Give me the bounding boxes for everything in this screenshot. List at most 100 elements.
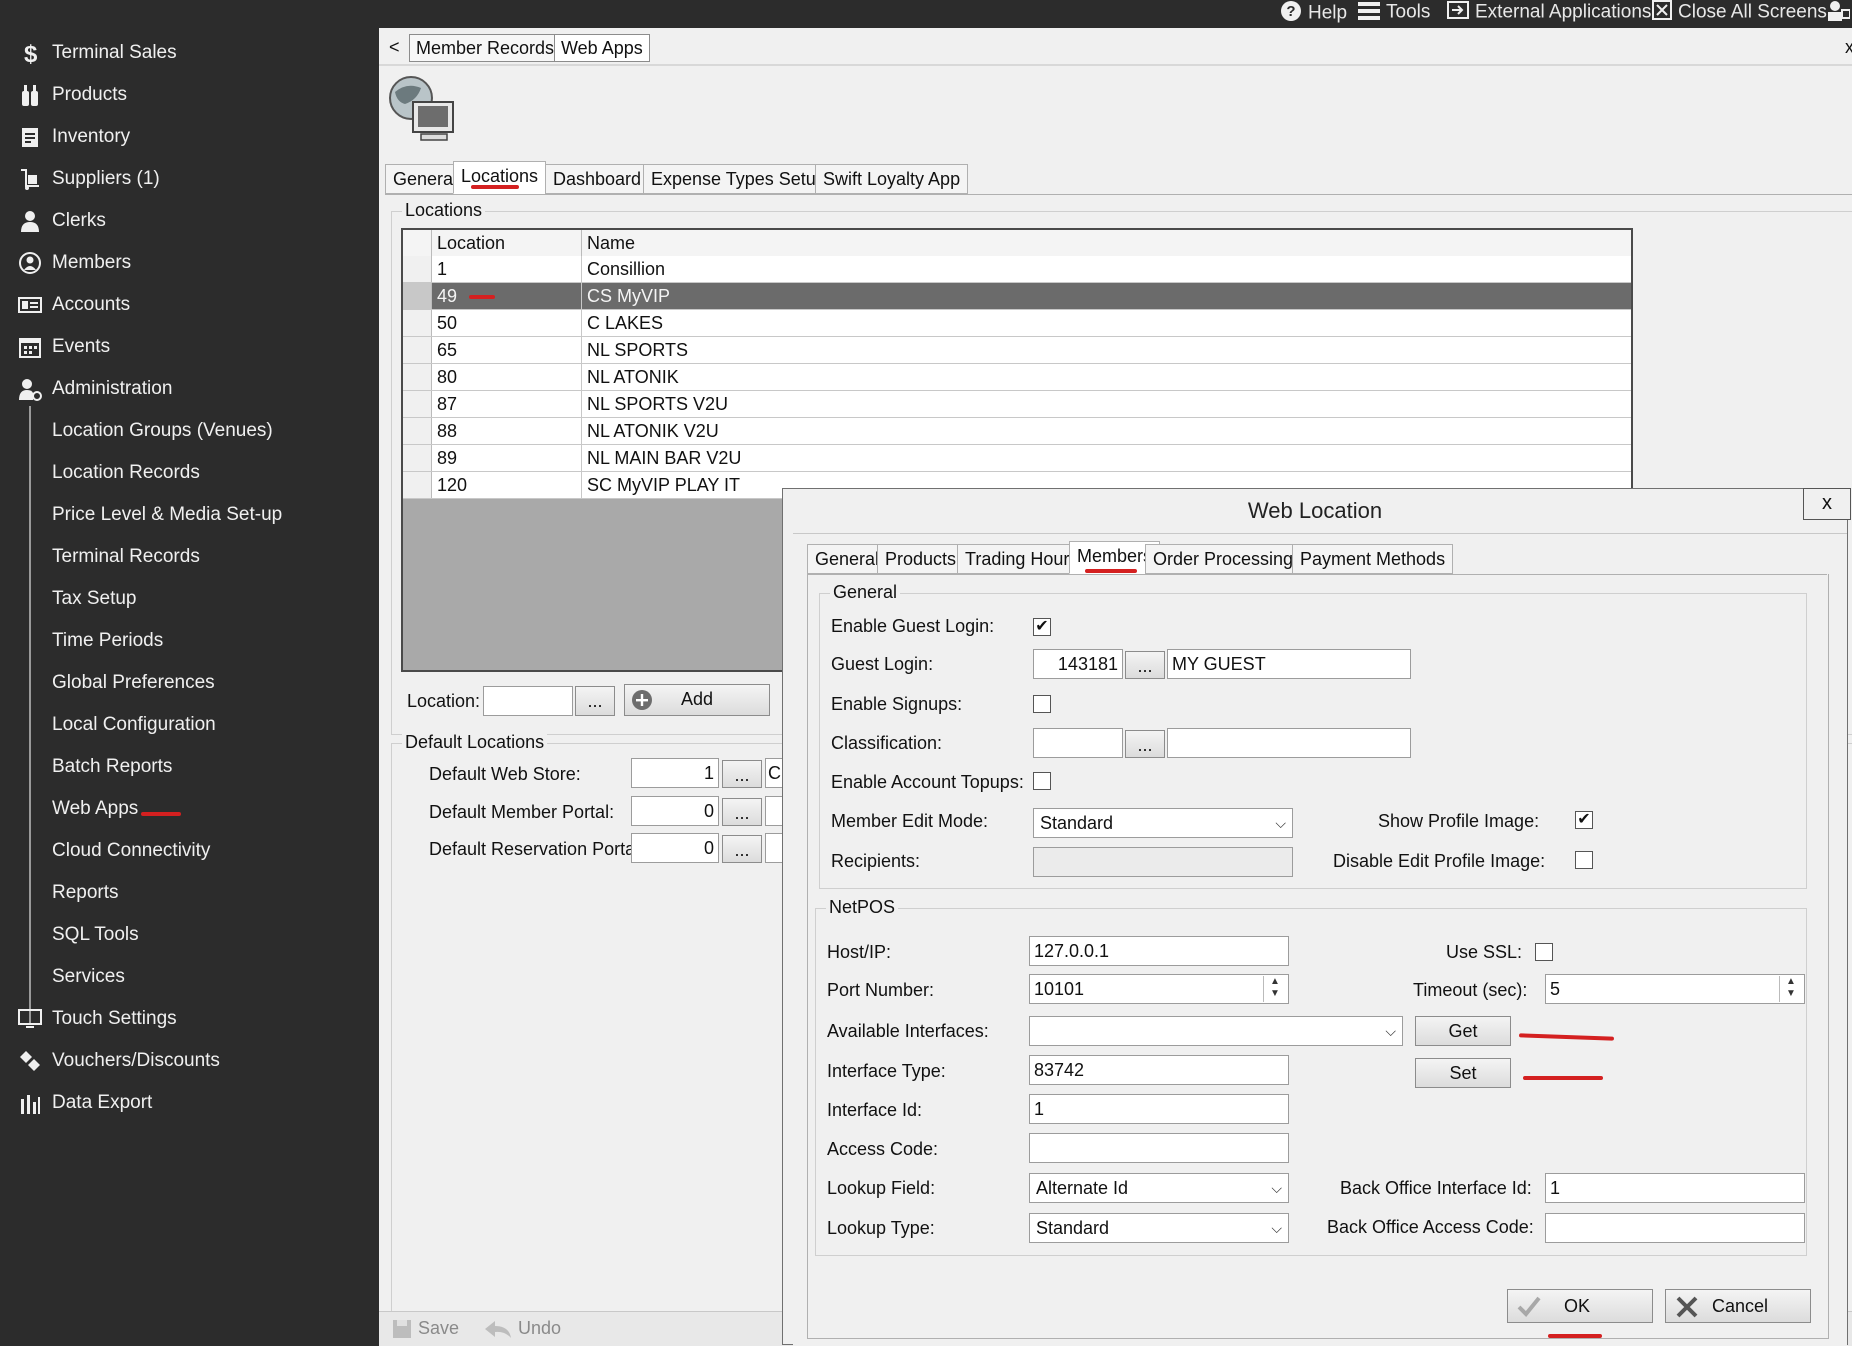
sidebar-item-location-records[interactable]: Location Records [0,454,378,494]
spinner-arrows-icon[interactable]: ▲ ▼ [1779,976,1802,1002]
sidebar-item-administration[interactable]: Administration [0,370,378,410]
tab-expense-types-setup[interactable]: Expense Types Setup [643,164,834,194]
sidebar-item-members[interactable]: Members [0,244,378,284]
back-office-interface-id-input[interactable]: 1 [1545,1173,1805,1203]
enable-signups-checkbox[interactable] [1033,695,1051,713]
lookup-field-select[interactable]: Alternate Id ⌵ [1029,1173,1289,1203]
undo-button[interactable]: Undo [483,1318,561,1340]
add-location-button[interactable]: Add [624,684,770,716]
default-member-portal-browse-button[interactable]: ... [722,798,762,826]
sidebar-item-local-configuration[interactable]: Local Configuration [0,706,378,746]
tab-member-records[interactable]: Member Records [409,34,562,62]
close-all-screens-button[interactable]: Close All Screens [1652,0,1827,26]
dialog-tab-trading-hours[interactable]: Trading Hours [957,544,1087,574]
sidebar-item-cloud-connectivity[interactable]: Cloud Connectivity [0,832,378,872]
sidebar-item-time-periods[interactable]: Time Periods [0,622,378,662]
sidebar-item-accounts[interactable]: Accounts [0,286,378,326]
sidebar-item-global-preferences[interactable]: Global Preferences [0,664,378,704]
enable-account-topups-checkbox[interactable] [1033,772,1051,790]
guest-login-browse-button[interactable]: ... [1125,651,1165,679]
table-row[interactable]: 1 Consillion [403,256,1631,283]
dialog-tab-products[interactable]: Products [877,544,965,574]
help-button[interactable]: ? Help [1280,0,1347,26]
host-ip-input[interactable]: 127.0.0.1 [1029,936,1289,966]
dialog-tab-order-processing[interactable]: Order Processing [1145,544,1302,574]
available-interfaces-select[interactable]: ⌵ [1029,1016,1403,1046]
tab-locations[interactable]: Locations [453,161,547,194]
table-row[interactable]: 88 NL ATONIK V2U [403,418,1631,445]
table-row[interactable]: 87 NL SPORTS V2U [403,391,1631,418]
monitor-icon [18,1007,42,1031]
location-browse-button[interactable]: ... [575,686,615,716]
sidebar-item-touch-settings[interactable]: Touch Settings [0,1000,378,1040]
interface-type-input[interactable]: 83742 [1029,1055,1289,1085]
cancel-button[interactable]: Cancel [1665,1289,1811,1323]
dialog-tab-general[interactable]: General [807,544,888,574]
tab-back-button[interactable]: < [383,34,406,62]
sidebar-item-clerks[interactable]: Clerks [0,202,378,242]
sidebar-item-data-export[interactable]: Data Export [0,1084,378,1124]
sidebar-item-suppliers[interactable]: Suppliers (1) [0,160,378,200]
chevron-down-icon: ⌵ [1385,1023,1396,1039]
member-edit-mode-select[interactable]: Standard ⌵ [1033,808,1293,838]
set-button[interactable]: Set [1415,1058,1511,1088]
port-number-stepper[interactable]: 10101 ▲ ▼ [1029,974,1289,1004]
sidebar-item-inventory[interactable]: Inventory [0,118,378,158]
interface-type-label: Interface Type: [827,1061,946,1081]
lookup-type-select[interactable]: Standard ⌵ [1029,1213,1289,1243]
general-group-title: General [830,582,901,603]
sidebar-item-events[interactable]: Events [0,328,378,368]
sidebar-item-services[interactable]: Services [0,958,378,998]
close-tab-button[interactable]: x [1839,34,1852,62]
guest-login-name-input[interactable]: MY GUEST [1167,649,1411,679]
location-input[interactable] [483,686,573,716]
get-button[interactable]: Get [1415,1016,1511,1046]
table-row[interactable]: 65 NL SPORTS [403,337,1631,364]
table-row[interactable]: 80 NL ATONIK [403,364,1631,391]
default-reservation-portal-input[interactable]: 0 [631,833,719,863]
spinner-arrows-icon[interactable]: ▲ ▼ [1263,976,1286,1002]
ok-button[interactable]: OK [1507,1289,1653,1323]
sidebar-item-reports[interactable]: Reports [0,874,378,914]
sidebar-item-price-level[interactable]: Price Level & Media Set-up [0,496,378,536]
default-reservation-portal-browse-button[interactable]: ... [722,835,762,863]
external-applications-button[interactable]: External Applications [1447,0,1651,26]
default-web-store-input[interactable]: 1 [631,758,719,788]
table-row[interactable]: 50 C LAKES [403,310,1631,337]
sidebar-item-terminal-sales[interactable]: $ Terminal Sales [0,34,378,74]
interface-id-input[interactable]: 1 [1029,1094,1289,1124]
classification-browse-button[interactable]: ... [1125,730,1165,758]
default-web-store-browse-button[interactable]: ... [722,760,762,788]
classification-name-input[interactable] [1167,728,1411,758]
column-header-location[interactable]: Location [437,233,505,254]
save-button[interactable]: Save [391,1318,459,1340]
tools-button[interactable]: Tools [1358,0,1430,26]
sidebar-item-vouchers[interactable]: Vouchers/Discounts [0,1042,378,1082]
user-icon[interactable] [1826,0,1851,26]
tab-dashboard[interactable]: Dashboard [545,164,650,194]
default-member-portal-input[interactable]: 0 [631,796,719,826]
guest-login-id-input[interactable]: 143181 [1033,649,1123,679]
dialog-tab-payment-methods[interactable]: Payment Methods [1292,544,1454,574]
tab-web-apps[interactable]: Web Apps [554,34,650,62]
sidebar-item-products[interactable]: Products [0,76,378,116]
back-office-access-code-input[interactable] [1545,1213,1805,1243]
use-ssl-checkbox[interactable] [1535,943,1553,961]
show-profile-image-checkbox[interactable]: ✔ [1575,811,1593,829]
enable-guest-login-checkbox[interactable]: ✔ [1033,618,1051,636]
table-row[interactable]: 89 NL MAIN BAR V2U [403,445,1631,472]
sidebar-item-location-groups[interactable]: Location Groups (Venues) [0,412,378,452]
classification-input[interactable] [1033,728,1123,758]
disable-edit-profile-image-checkbox[interactable] [1575,851,1593,869]
dialog-close-button[interactable]: x [1803,488,1851,520]
access-code-input[interactable] [1029,1133,1289,1163]
timeout-stepper[interactable]: 5 ▲ ▼ [1545,974,1805,1004]
tab-swift-loyalty-app[interactable]: Swift Loyalty App [815,164,969,194]
table-row-selected[interactable]: 49 CS MyVIP [403,283,1631,310]
sidebar-item-batch-reports[interactable]: Batch Reports [0,748,378,788]
sidebar-item-sql-tools[interactable]: SQL Tools [0,916,378,956]
column-header-name[interactable]: Name [587,233,635,254]
sidebar-item-web-apps[interactable]: Web Apps [0,790,378,830]
sidebar-item-terminal-records[interactable]: Terminal Records [0,538,378,578]
sidebar-item-tax-setup[interactable]: Tax Setup [0,580,378,620]
